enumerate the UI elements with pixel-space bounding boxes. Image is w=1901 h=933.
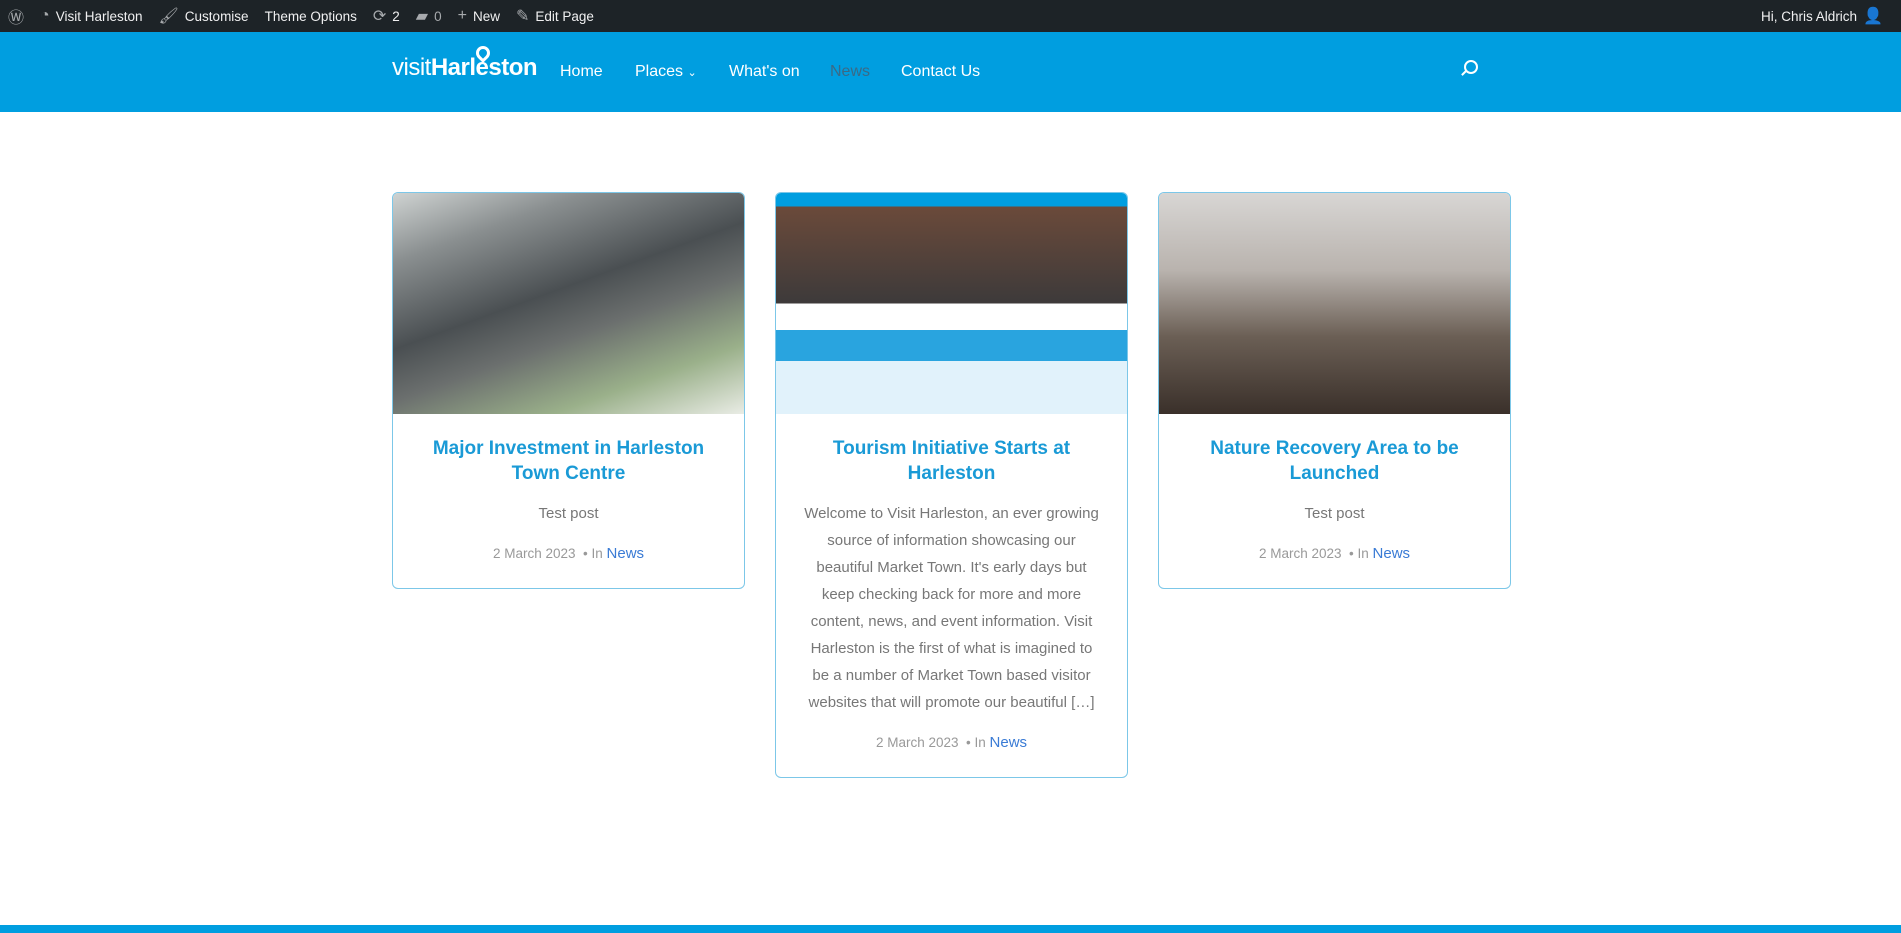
post-in: In [974,735,986,750]
nav-places[interactable]: Places ⌄ [635,63,697,81]
post-title[interactable]: Major Investment in Harleston Town Centr… [393,414,744,486]
post-image[interactable] [776,193,1127,414]
site-header: visitHarleston Home Places ⌄ What's on N… [0,32,1901,112]
post-image[interactable] [1159,193,1510,414]
footer [0,925,1901,933]
new-link[interactable]: + New [450,0,508,32]
customise-label: Customise [184,8,249,24]
post-card: Tourism Initiative Starts at Harleston W… [775,192,1128,778]
post-meta: 2 March 2023 • In News [492,545,645,562]
chevron-down-icon: ⌄ [687,67,697,79]
nav-news[interactable]: News [830,63,870,81]
post-date: 2 March 2023 [875,735,959,750]
comment-icon: ▰ [415,8,429,25]
user-icon: 👤 [1863,8,1883,25]
nav-whats-on[interactable]: What's on [729,63,800,81]
post-excerpt: Test post [538,505,599,522]
edit-page-label: Edit Page [535,8,594,24]
post-in: In [591,546,603,561]
edit-page-link[interactable]: ✎ Edit Page [508,0,602,32]
comments-count: 0 [434,8,442,24]
post-card: Major Investment in Harleston Town Centr… [392,192,745,589]
post-category-link[interactable]: News [1373,545,1411,562]
nav-contact[interactable]: Contact Us [901,63,980,81]
theme-options-link[interactable]: Theme Options [257,0,365,32]
site-name: Visit Harleston [55,8,143,24]
admin-bar: Ⓦ ◔ Visit Harleston 🖌 Customise Theme Opti… [0,0,1901,32]
nav-places-label: Places [635,63,684,80]
post-excerpt: Test post [1304,505,1365,522]
theme-options-label: Theme Options [264,8,357,24]
new-label: New [472,8,500,24]
post-category-link[interactable]: News [990,734,1028,751]
post-title[interactable]: Nature Recovery Area to be Launched [1159,414,1510,486]
account-menu[interactable]: Hi, Chris Aldrich 👤 [1753,0,1891,32]
post-date: 2 March 2023 [492,546,576,561]
wordpress-icon: Ⓦ [8,10,25,27]
post-in: In [1357,546,1369,561]
site-name-link[interactable]: ◔ Visit Harleston [32,0,150,32]
plus-icon: + [457,7,467,24]
brush-icon: 🖌 [158,8,179,25]
post-title[interactable]: Tourism Initiative Starts at Harleston [776,414,1127,486]
customise-link[interactable]: 🖌 Customise [150,0,256,32]
post-meta: 2 March 2023 • In News [875,734,1028,751]
search-icon[interactable] [1464,60,1478,74]
greeting: Hi, Chris Aldrich [1761,8,1858,24]
dashboard-icon: ◔ [40,7,50,24]
updates-link[interactable]: ⟳ 2 [365,0,408,32]
post-date: 2 March 2023 [1258,546,1342,561]
post-card: Nature Recovery Area to be Launched Test… [1158,192,1511,589]
comments-link[interactable]: ▰ 0 [408,0,450,32]
nav-home[interactable]: Home [560,63,603,81]
wordpress-menu[interactable]: Ⓦ [0,0,32,32]
post-excerpt: Welcome to Visit Harleston, an ever grow… [804,505,1099,711]
updates-count: 2 [392,8,400,24]
logo-visit: visit [392,54,431,81]
post-image[interactable] [393,193,744,414]
site-logo[interactable]: visitHarleston [392,43,538,82]
updates-icon: ⟳ [372,8,387,25]
post-category-link[interactable]: News [607,545,645,562]
post-meta: 2 March 2023 • In News [1258,545,1411,562]
pencil-icon: ✎ [515,8,530,25]
